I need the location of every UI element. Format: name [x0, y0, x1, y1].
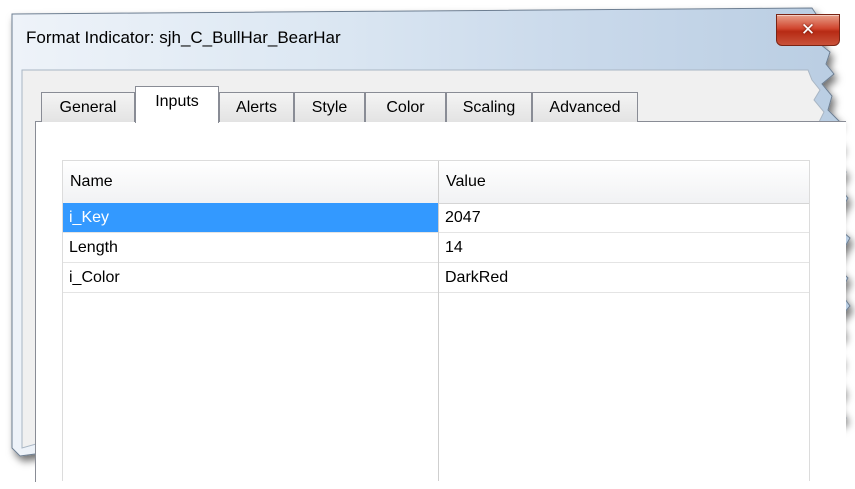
tab-label: Scaling — [462, 98, 516, 116]
tab-label: Style — [311, 98, 348, 116]
window-title: Format Indicator: sjh_C_BullHar_BearHar — [26, 28, 341, 47]
grid-row[interactable]: Length 14 — [63, 233, 809, 263]
grid-header: Name Value — [63, 161, 809, 204]
tab-label: General — [59, 98, 117, 116]
tab-inputs[interactable]: Inputs — [135, 86, 219, 123]
tab-label: Inputs — [155, 93, 199, 110]
tab-general[interactable]: General — [41, 92, 135, 122]
tab-style[interactable]: Style — [294, 92, 365, 122]
screenshot-stage: Format Indicator: sjh_C_BullHar_BearHar … — [0, 0, 855, 489]
column-header-value[interactable]: Value — [439, 161, 809, 203]
input-value-cell[interactable]: 14 — [439, 233, 809, 262]
tab-label: Color — [386, 98, 425, 116]
tab-scaling[interactable]: Scaling — [446, 92, 532, 122]
inputs-grid: Name Value i_Key 2047 Length 14 i_Color … — [62, 160, 810, 481]
column-divider[interactable] — [438, 161, 439, 481]
tab-advanced[interactable]: Advanced — [532, 92, 638, 122]
input-value-cell[interactable]: DarkRed — [439, 263, 809, 292]
column-header-name[interactable]: Name — [63, 161, 438, 203]
input-name-cell[interactable]: Length — [63, 233, 438, 262]
close-icon: ✕ — [800, 20, 816, 40]
tab-color[interactable]: Color — [365, 92, 446, 122]
tab-alerts[interactable]: Alerts — [219, 92, 294, 122]
close-button[interactable]: ✕ — [776, 14, 840, 46]
tab-label: Alerts — [236, 98, 277, 116]
tab-label: Advanced — [549, 98, 621, 116]
input-name-cell[interactable]: i_Key — [63, 203, 438, 232]
input-value-cell[interactable]: 2047 — [439, 203, 809, 232]
format-indicator-dialog: Format Indicator: sjh_C_BullHar_BearHar … — [0, 0, 855, 489]
input-name-cell[interactable]: i_Color — [63, 263, 438, 292]
grid-row[interactable]: i_Key 2047 — [63, 203, 809, 233]
grid-row[interactable]: i_Color DarkRed — [63, 263, 809, 293]
